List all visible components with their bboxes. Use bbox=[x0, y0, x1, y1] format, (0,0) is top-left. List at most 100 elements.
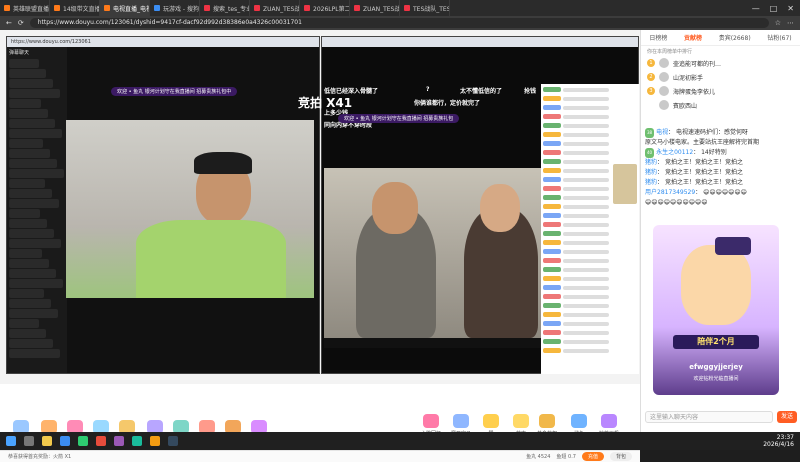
chat-message: 40 永生之00112： 14好特别 bbox=[645, 148, 727, 158]
windows-start-icon[interactable] bbox=[6, 436, 16, 446]
app-icon-3[interactable] bbox=[132, 436, 142, 446]
danmu-line bbox=[9, 349, 60, 358]
chat-username[interactable]: 永生之00112 bbox=[656, 149, 693, 156]
browser-tab[interactable]: TES战队_TES战队 bbox=[400, 0, 450, 16]
wechat-icon[interactable] bbox=[78, 436, 88, 446]
chat-message: 猪豹： 竞拍之王！竞拍之王！竞拍之 bbox=[645, 179, 743, 186]
panel-tab[interactable]: 贡献榜 bbox=[684, 33, 702, 42]
chat-message: 38 电视： 电视速速码护们：感觉何呀 bbox=[645, 128, 749, 138]
danmu-line bbox=[9, 169, 64, 178]
app-icon-5[interactable] bbox=[168, 436, 178, 446]
fishball-count: 鱼丸 4524 bbox=[526, 454, 551, 460]
chat-username[interactable]: 电视 bbox=[656, 129, 668, 136]
chat-username[interactable]: 猪豹 bbox=[645, 179, 657, 186]
danmu-line bbox=[9, 219, 47, 228]
fan-promo-card[interactable]: 陪伴2个月 efwggyjjerjey 欢迎钻粉光临直播间 bbox=[653, 225, 779, 395]
send-button[interactable]: 发送 bbox=[777, 411, 797, 423]
backpack-button[interactable]: 背包 bbox=[609, 452, 632, 461]
refresh-icon[interactable]: ⟳ bbox=[18, 19, 24, 27]
charge-button[interactable]: 充值 bbox=[581, 452, 604, 461]
chatlist-text bbox=[563, 132, 609, 137]
level-badge bbox=[543, 132, 561, 137]
close-button[interactable]: ✕ bbox=[787, 4, 794, 13]
danmu-line bbox=[9, 239, 61, 248]
browser-tab[interactable]: 搜索_tes_专业的Dota bbox=[200, 0, 250, 16]
danmu-line bbox=[9, 299, 51, 308]
app-icon[interactable] bbox=[96, 436, 106, 446]
chat-message: 用户2817349529： 😄😄😄😄😄😄😄 bbox=[645, 189, 747, 196]
panel-tab[interactable]: 钻粉(67) bbox=[767, 33, 791, 42]
browser-icon[interactable] bbox=[60, 436, 70, 446]
minimize-button[interactable]: — bbox=[752, 4, 760, 13]
app-icon-2[interactable] bbox=[114, 436, 124, 446]
address-bar: ← ⟳ https://www.douyu.com/123061/dyshid=… bbox=[0, 16, 800, 30]
maximize-button[interactable]: □ bbox=[770, 4, 778, 13]
level-badge bbox=[543, 303, 561, 308]
star-icon[interactable]: ☆ bbox=[775, 19, 781, 27]
panel-tab[interactable]: 日榜榜 bbox=[649, 33, 667, 42]
app-icon-4[interactable] bbox=[150, 436, 160, 446]
chat-username[interactable]: 猪豹 bbox=[645, 159, 657, 166]
chatlist-text bbox=[563, 240, 609, 245]
left-welcome-banner: 欢迎 • 鱼丸 银河计划守在我直播间 招募贵族礼包中 bbox=[111, 87, 238, 96]
danmu-line bbox=[9, 89, 60, 98]
card-username: efwggyjjerjey bbox=[689, 363, 743, 371]
chatlist-text bbox=[563, 303, 609, 308]
browser-tab[interactable]: 14级带文直播_14级 bbox=[50, 0, 100, 16]
back-icon[interactable]: ← bbox=[6, 19, 12, 27]
chatlist-row bbox=[543, 266, 609, 273]
chatlist-row bbox=[543, 167, 609, 174]
right-video-frame[interactable] bbox=[324, 168, 542, 338]
chatlist-row bbox=[543, 176, 609, 183]
chat-input[interactable]: 这里输入聊天内容 bbox=[645, 411, 773, 423]
level-badge bbox=[543, 321, 561, 326]
gift-icon bbox=[513, 414, 529, 428]
level-badge bbox=[543, 195, 561, 200]
browser-tab[interactable]: ZUAN_TES战队ZUAN bbox=[250, 0, 300, 16]
danmu-line bbox=[9, 319, 39, 328]
rank-row[interactable]: 1 壶追能可都的刊… bbox=[641, 56, 800, 70]
browser-tab[interactable]: 电视直播_电视直播 bbox=[100, 0, 150, 16]
browser-tab[interactable]: 2026LPL第二赛段-16 bbox=[300, 0, 350, 16]
chatlist-row bbox=[543, 113, 609, 120]
chatlist-text bbox=[563, 159, 609, 164]
chatlist-row bbox=[543, 185, 609, 192]
rank-row[interactable]: 3 海牌蛋兔李依儿 bbox=[641, 84, 800, 98]
browser-tab[interactable]: 英雄联盟直播_lol直播 bbox=[0, 0, 50, 16]
chatlist-text bbox=[563, 186, 609, 191]
level-badge bbox=[543, 249, 561, 254]
level-badge bbox=[543, 276, 561, 281]
danmu-line bbox=[9, 189, 52, 198]
url-field[interactable]: https://www.douyu.com/123061/dyshid=9417… bbox=[29, 18, 769, 28]
avatar bbox=[659, 86, 669, 96]
tab-title: TES战队_TES战队 bbox=[413, 5, 449, 13]
danmu-line bbox=[9, 69, 46, 78]
window-controls: — □ ✕ bbox=[752, 4, 800, 13]
panel-tab[interactable]: 贵宾(2668) bbox=[719, 33, 751, 42]
chat-message: 原文马小楼电家。主要站抗王座解将完首期 bbox=[645, 138, 797, 148]
rank-row[interactable]: 賓欧西山 bbox=[641, 98, 800, 112]
rank-row[interactable]: 2 山泥初影手 bbox=[641, 70, 800, 84]
chatlist-row bbox=[543, 140, 609, 147]
avatar bbox=[659, 100, 669, 110]
taskbar-clock[interactable]: 23:37 2026/4/16 bbox=[763, 434, 794, 448]
browser-tab[interactable]: 玩游戏 - 搜狗 bbox=[150, 0, 200, 16]
chatlist-row bbox=[543, 194, 609, 201]
left-video-frame[interactable] bbox=[66, 120, 314, 298]
menu-icon[interactable]: ⋯ bbox=[787, 19, 794, 27]
chat-username[interactable]: 用户2817349529 bbox=[645, 189, 695, 196]
search-icon[interactable] bbox=[24, 436, 34, 446]
bottom-info-bar: 恭喜获得首充奖励：火箭 X1 鱼丸 4524 鱼翅 0.7 充值 背包 bbox=[0, 450, 640, 462]
chatlist-row bbox=[543, 302, 609, 309]
browser-tab[interactable]: ZUAN_TES战队ZUAN bbox=[350, 0, 400, 16]
chatlist-row bbox=[543, 158, 609, 165]
chat-username[interactable]: 猪豹 bbox=[645, 169, 657, 176]
danmu-line bbox=[9, 269, 56, 278]
promo-image[interactable] bbox=[613, 164, 637, 204]
gift-icon bbox=[483, 414, 499, 428]
tab-favicon-icon bbox=[254, 5, 260, 11]
file-explorer-icon[interactable] bbox=[42, 436, 52, 446]
level-badge bbox=[543, 96, 561, 101]
chatlist-row bbox=[543, 95, 609, 102]
chat-text: 😄😄😄😄😄😄😄😄😄😄 bbox=[645, 199, 708, 206]
